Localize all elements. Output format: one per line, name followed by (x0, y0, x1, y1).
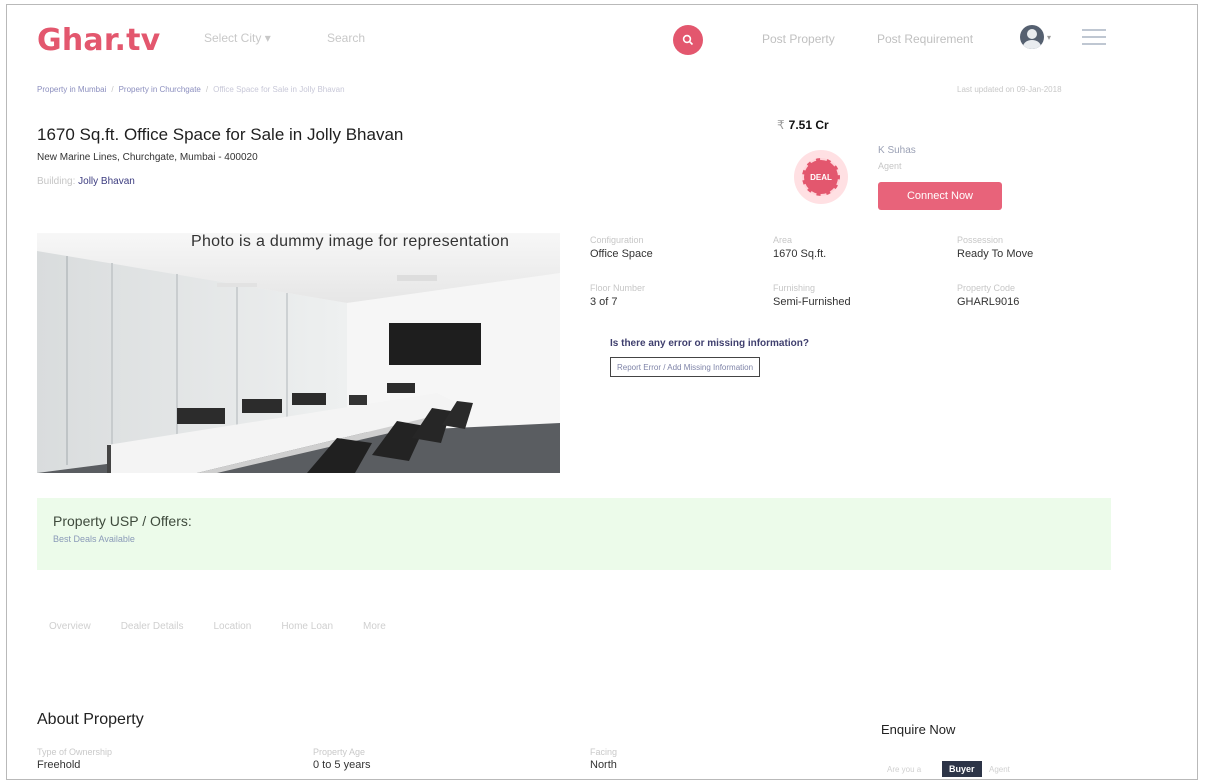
deal-badge-icon: DEAL (794, 150, 848, 204)
rupee-symbol: ₹ (777, 118, 785, 132)
site-logo[interactable]: Ghar.tv (37, 23, 160, 58)
spec-area: Area 1670 Sq.ft. (773, 235, 826, 260)
chevron-down-icon: ▾ (264, 31, 271, 45)
last-updated: Last updated on 09-Jan-2018 (957, 85, 1062, 94)
property-photo[interactable]: Photo is a dummy image for representatio… (37, 233, 560, 473)
spec-value: 3 of 7 (590, 296, 618, 308)
listing-price: ₹7.51 Cr (777, 118, 829, 132)
usp-text: Best Deals Available (53, 534, 135, 544)
spec-floor-number: Floor Number 3 of 7 (590, 283, 645, 308)
breadcrumb-current: Office Space for Sale in Jolly Bhavan (213, 85, 345, 94)
spec-value: GHARL9016 (957, 296, 1020, 308)
user-menu[interactable]: ▾ (1020, 25, 1051, 49)
spec-label: Possession (957, 235, 1004, 245)
about-property-age: Property Age 0 to 5 years (313, 747, 370, 771)
listing-address: New Marine Lines, Churchgate, Mumbai - 4… (37, 152, 258, 163)
spec-value: Ready To Move (957, 248, 1034, 260)
spec-property-code: Property Code GHARL9016 (957, 283, 1019, 308)
price-value: 7.51 Cr (788, 118, 829, 132)
spec-label: Area (773, 235, 793, 245)
about-label: Facing (590, 747, 618, 757)
spec-furnishing: Furnishing Semi-Furnished (773, 283, 851, 308)
tab-home-loan[interactable]: Home Loan (281, 621, 333, 632)
usp-title: Property USP / Offers: (53, 513, 192, 529)
search-button[interactable] (673, 25, 703, 55)
building-info: Building: Jolly Bhavan (37, 176, 135, 187)
about-value: North (590, 759, 617, 771)
office-room-image (37, 233, 560, 473)
about-label: Property Age (313, 747, 366, 757)
breadcrumb: Property in Mumbai / Property in Churchgat… (37, 85, 345, 94)
avatar-icon (1020, 25, 1044, 49)
chevron-down-icon: ▾ (1047, 32, 1052, 42)
buyer-toggle-button[interactable]: Buyer (942, 761, 982, 777)
post-property-link[interactable]: Post Property (762, 32, 835, 46)
city-select-label: Select City (204, 31, 262, 45)
connect-now-button[interactable]: Connect Now (878, 182, 1002, 210)
search-icon (682, 34, 694, 46)
enquire-title: Enquire Now (881, 722, 956, 737)
building-label: Building: (37, 176, 76, 187)
spec-value: Semi-Furnished (773, 296, 851, 308)
about-label: Type of Ownership (37, 747, 113, 757)
search-input[interactable] (325, 25, 659, 51)
agent-toggle-option[interactable]: Agent (989, 765, 1010, 774)
post-requirement-link[interactable]: Post Requirement (877, 32, 973, 46)
spec-value: Office Space (590, 248, 653, 260)
enquire-you-are-label: Are you a (887, 765, 922, 774)
agent-role: Agent (878, 161, 902, 171)
spec-label: Floor Number (590, 283, 646, 293)
listing-title: 1670 Sq.ft. Office Space for Sale in Jol… (37, 125, 404, 144)
breadcrumb-link-mumbai[interactable]: Property in Mumbai (37, 85, 106, 94)
about-value: Freehold (37, 759, 81, 771)
about-title: About Property (37, 711, 144, 728)
deal-badge-label: DEAL (802, 158, 840, 196)
spec-label: Property Code (957, 283, 1016, 293)
tab-dealer-details[interactable]: Dealer Details (121, 621, 184, 632)
city-select[interactable]: Select City ▾ (204, 31, 271, 45)
tab-overview[interactable]: Overview (49, 621, 91, 632)
report-error-button[interactable]: Report Error / Add Missing Information (610, 357, 761, 377)
spec-value: 1670 Sq.ft. (773, 248, 827, 260)
section-tabs: Overview Dealer Details Location Home Lo… (49, 621, 386, 632)
error-question: Is there any error or missing informatio… (610, 338, 809, 349)
about-ownership: Type of Ownership Freehold (37, 747, 112, 771)
breadcrumb-link-churchgate[interactable]: Property in Churchgate (119, 85, 201, 94)
building-link[interactable]: Jolly Bhavan (78, 176, 135, 187)
tab-location[interactable]: Location (214, 621, 252, 632)
spec-label: Configuration (590, 235, 644, 245)
usp-panel: Property USP / Offers: Best Deals Availa… (37, 498, 1111, 570)
about-facing: Facing North (590, 747, 617, 771)
spec-label: Furnishing (773, 283, 816, 293)
browser-page: Ghar.tv Select City ▾ Post Property Post… (6, 4, 1198, 780)
spec-possession: Possession Ready To Move (957, 235, 1033, 260)
about-value: 0 to 5 years (313, 759, 371, 771)
photo-caption: Photo is a dummy image for representatio… (191, 233, 510, 250)
tab-more[interactable]: More (363, 621, 386, 632)
spec-configuration: Configuration Office Space (590, 235, 653, 260)
hamburger-menu-icon[interactable] (1082, 29, 1106, 45)
agent-name: K Suhas (878, 145, 916, 156)
